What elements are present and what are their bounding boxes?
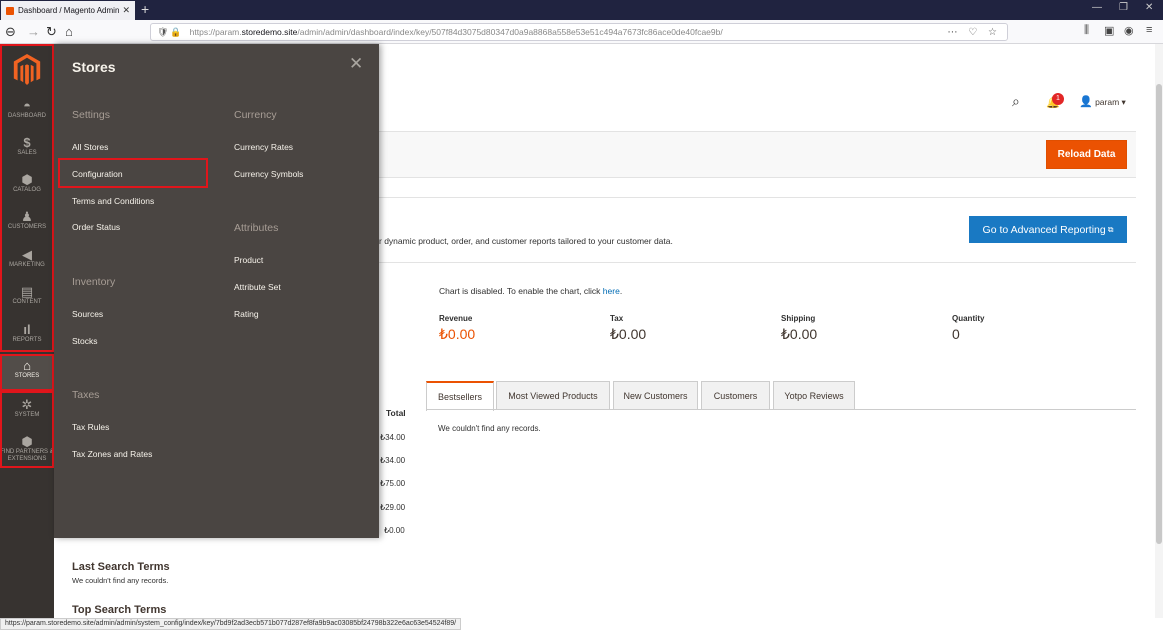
highlight-box	[0, 391, 54, 468]
user-name: param ▾	[1095, 97, 1126, 107]
divider	[426, 409, 1136, 410]
highlight-box	[0, 354, 54, 391]
taxes-heading: Taxes	[72, 389, 100, 401]
notification-badge[interactable]: 1	[1052, 93, 1064, 105]
sidebar-icon[interactable]: ▣	[1104, 24, 1114, 37]
highlight-box	[58, 158, 208, 188]
total-value: ₺34.00	[380, 456, 406, 465]
menu-item-order-status[interactable]: Order Status	[72, 222, 120, 232]
metric-label: Revenue	[439, 314, 473, 323]
top-search-terms-title: Top Search Terms	[72, 604, 167, 616]
tab-title: Dashboard / Magento Admin	[18, 6, 120, 15]
lock-icon[interactable]: 🛡🔒	[157, 27, 184, 38]
browser-nav-bar: ⊖ → ↻ ⌂ 🛡🔒 https://param.storedemo.site/…	[0, 20, 1163, 44]
inventory-heading: Inventory	[72, 276, 116, 288]
total-value: ₺29.00	[380, 503, 406, 512]
menu-item-tax-rules[interactable]: Tax Rules	[72, 422, 109, 432]
page-actions-bar	[379, 131, 1136, 178]
menu-item-attribute-set[interactable]: Attribute Set	[234, 282, 281, 292]
forward-icon[interactable]: →	[27, 23, 40, 40]
total-value: ₺0.00	[384, 526, 405, 535]
menu-icon[interactable]: ≡	[1146, 24, 1152, 36]
browser-tab[interactable]: Dashboard / Magento Admin ✕	[1, 1, 135, 20]
metric-label: Tax	[610, 314, 624, 323]
metric-tax: Tax ₺0.00	[610, 314, 646, 343]
metric-label: Shipping	[781, 314, 816, 323]
menu-item-tax-zones-and-rates[interactable]: Tax Zones and Rates	[72, 449, 152, 459]
home-icon[interactable]: ⌂	[65, 23, 73, 40]
enable-chart-link[interactable]: here	[603, 286, 620, 296]
metric-revenue: Revenue ₺0.00	[439, 314, 475, 343]
menu-item-stocks[interactable]: Stocks	[72, 336, 98, 346]
metric-quantity: Quantity 0	[952, 314, 984, 342]
reload-icon[interactable]: ↻	[46, 23, 57, 40]
settings-heading: Settings	[72, 109, 110, 121]
highlight-box	[0, 44, 54, 352]
account-icon[interactable]: ◉	[1124, 24, 1134, 37]
tab-bestsellers[interactable]: Bestsellers	[426, 381, 494, 411]
url-text: https://param.storedemo.site/admin/admin…	[189, 27, 723, 37]
total-value: ₺34.00	[380, 433, 406, 442]
currency-heading: Currency	[234, 109, 277, 121]
tab-yotpo-reviews[interactable]: Yotpo Reviews	[773, 381, 855, 410]
metric-value: ₺0.00	[610, 326, 647, 342]
metric-value: ₺0.00	[781, 326, 818, 342]
back-icon[interactable]: ⊖	[5, 23, 16, 40]
metric-value: ₺0.00	[439, 326, 476, 342]
divider	[379, 197, 1136, 198]
user-menu[interactable]: 👤 param ▾	[1079, 95, 1126, 108]
magento-favicon-icon	[6, 6, 14, 15]
last-search-terms-title: Last Search Terms	[72, 561, 170, 573]
user-icon: 👤	[1079, 96, 1093, 108]
flyout-title: Stores	[72, 59, 116, 75]
window-close-icon[interactable]: ✕	[1145, 2, 1153, 13]
restore-icon[interactable]: ❐	[1119, 2, 1128, 13]
new-tab-button[interactable]: +	[141, 1, 149, 18]
menu-item-currency-symbols[interactable]: Currency Symbols	[234, 169, 303, 179]
browser-tab-bar: Dashboard / Magento Admin ✕ + — ❐ ✕	[0, 0, 1163, 20]
search-icon[interactable]: ⌕	[1012, 93, 1020, 110]
tab-new-customers[interactable]: New Customers	[613, 381, 698, 410]
menu-item-rating[interactable]: Rating	[234, 309, 259, 319]
metric-label: Quantity	[952, 314, 985, 323]
menu-item-sources[interactable]: Sources	[72, 309, 103, 319]
attributes-heading: Attributes	[234, 222, 279, 234]
no-records-message: We couldn't find any records.	[438, 424, 541, 433]
url-bar[interactable]: 🛡🔒 https://param.storedemo.site/admin/ad…	[150, 23, 1008, 41]
tab-close-icon[interactable]: ✕	[122, 5, 130, 16]
chart-disabled-note: Chart is disabled. To enable the chart, …	[439, 286, 623, 296]
stores-flyout-menu: Stores ✕ Settings All Stores Configurati…	[54, 44, 379, 538]
divider	[379, 262, 1136, 263]
page-scrollbar[interactable]	[1155, 44, 1163, 618]
status-bar-url: https://param.storedemo.site/admin/admin…	[0, 618, 462, 630]
reload-data-button[interactable]: Reload Data	[1046, 140, 1127, 169]
metric-value: 0	[952, 326, 960, 342]
advanced-reporting-text: r dynamic product, order, and customer r…	[379, 236, 673, 246]
close-icon[interactable]: ✕	[349, 54, 363, 74]
scrollbar-thumb[interactable]	[1156, 84, 1162, 544]
tab-most-viewed-products[interactable]: Most Viewed Products	[496, 381, 610, 410]
metric-shipping: Shipping ₺0.00	[781, 314, 817, 343]
advanced-reporting-label: Go to Advanced Reporting	[982, 223, 1106, 236]
menu-item-product[interactable]: Product	[234, 255, 263, 265]
library-icon[interactable]: ⫼	[1084, 24, 1089, 37]
advanced-reporting-button[interactable]: Go to Advanced Reporting ⧉	[969, 216, 1127, 243]
menu-item-currency-rates[interactable]: Currency Rates	[234, 142, 293, 152]
menu-item-terms-and-conditions[interactable]: Terms and Conditions	[72, 196, 154, 206]
tab-customers[interactable]: Customers	[701, 381, 770, 410]
minimize-icon[interactable]: —	[1092, 2, 1102, 13]
total-value: ₺75.00	[380, 479, 406, 488]
page-actions-icon[interactable]: ⋯ ♡ ☆	[948, 27, 1002, 38]
last-search-terms-empty: We couldn't find any records.	[72, 576, 169, 585]
menu-item-all-stores[interactable]: All Stores	[72, 142, 108, 152]
external-link-icon: ⧉	[1107, 224, 1114, 234]
total-column-header: Total	[386, 408, 406, 418]
